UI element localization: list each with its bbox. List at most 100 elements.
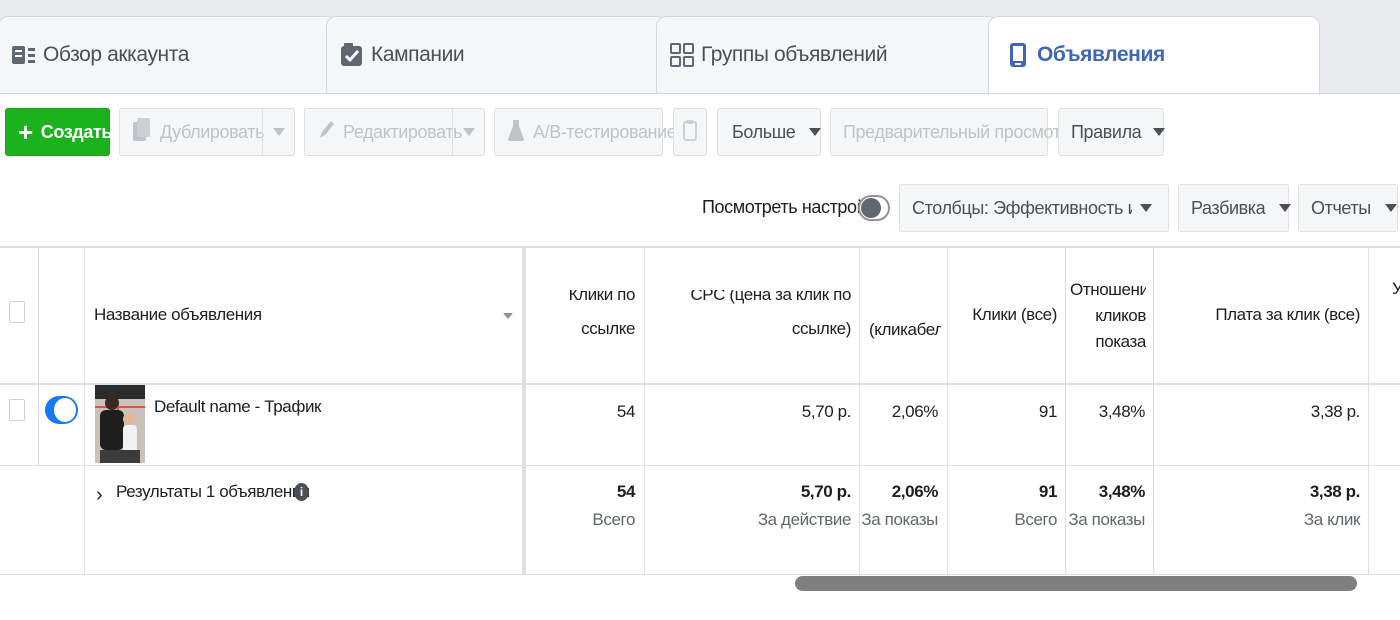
edit-dropdown[interactable] — [452, 109, 484, 155]
edit-button[interactable]: Редактировать — [304, 108, 485, 156]
ad-status-toggle[interactable] — [45, 396, 78, 424]
toggle-knob — [861, 198, 881, 218]
cell-clicks-all: 91 — [1038, 402, 1058, 421]
clipboard-button[interactable] — [673, 108, 707, 156]
total-ctr: 2,06% — [891, 482, 939, 501]
chevron-down-icon — [1279, 204, 1292, 212]
edit-button-label: Редактировать — [343, 121, 463, 142]
tab-campaigns[interactable]: Кампании — [326, 16, 668, 94]
breakdown-dropdown[interactable]: Разбивка — [1178, 184, 1292, 232]
cell-cpc: 5,70 р. — [801, 402, 852, 421]
more-button-label: Больше — [732, 121, 796, 142]
col-divider — [644, 248, 645, 575]
total-ratio: 3,48% — [1098, 482, 1146, 501]
reports-dropdown[interactable]: Отчеты — [1298, 184, 1398, 232]
header-ratio-line3: показа — [1095, 332, 1146, 351]
duplicate-button-label: Дублировать — [160, 121, 265, 142]
ab-test-button-label: A/B-тестирование — [533, 121, 677, 142]
total-ratio-sub: За показы — [1068, 510, 1145, 529]
breakdown-dropdown-label: Разбивка — [1191, 197, 1266, 218]
sort-caret-icon[interactable] — [503, 313, 513, 319]
total-clicks-all: 91 — [1038, 482, 1058, 501]
header-cost-per-click-all[interactable]: Плата за клик (все) — [1170, 302, 1360, 328]
campaign-check-icon — [339, 42, 365, 68]
chevron-right-icon[interactable]: › — [96, 484, 103, 507]
row-divider — [0, 465, 1400, 466]
total-cpc: 5,70 р. — [800, 482, 852, 501]
tab-campaigns-label: Кампании — [371, 43, 465, 66]
cell-ratio: 3,48% — [1098, 402, 1146, 421]
select-all-checkbox[interactable] — [9, 301, 25, 323]
tab-ad-sets-label: Группы объявлений — [701, 43, 888, 66]
total-ctr-sub: За показы — [861, 510, 938, 529]
header-cpc-line1: CPC (цена за клик по — [690, 290, 851, 304]
header-ctr[interactable]: (кликабел — [869, 317, 941, 343]
row-checkbox[interactable] — [9, 399, 25, 421]
plus-icon: + — [18, 117, 33, 147]
header-next-column[interactable]: У — [1392, 276, 1400, 302]
col-divider — [84, 248, 85, 575]
total-cpc-sub: За действие — [757, 510, 852, 529]
tab-ads[interactable]: Объявления — [988, 16, 1320, 95]
preview-button[interactable]: Предварительный просмотр — [830, 108, 1071, 156]
ad-thumbnail[interactable] — [95, 385, 145, 463]
cell-link-clicks: 54 — [616, 402, 636, 421]
account-overview-icon — [11, 42, 37, 68]
col-divider — [1153, 248, 1154, 575]
tab-account-overview-label: Обзор аккаунта — [43, 43, 190, 66]
rules-button-label: Правила — [1071, 121, 1142, 142]
header-link-clicks-line2: ссылке — [581, 319, 635, 338]
ab-test-button[interactable]: A/B-тестирование — [494, 108, 677, 156]
table-top-border — [0, 246, 1400, 248]
create-button[interactable]: + Создать — [5, 108, 113, 156]
total-link-clicks: 54 — [616, 482, 636, 501]
view-settings-toggle[interactable] — [858, 195, 890, 221]
tab-account-overview[interactable]: Обзор аккаунта — [0, 16, 338, 94]
info-icon[interactable]: i — [294, 483, 309, 501]
header-ratio-line1: Отношени — [1070, 280, 1146, 299]
create-button-label: Создать — [40, 121, 113, 142]
cell-ctr: 2,06% — [891, 402, 939, 421]
header-link-clicks[interactable]: Клики по — [546, 290, 635, 316]
clipboard-icon — [682, 118, 698, 147]
duplicate-button[interactable]: Дублировать — [119, 108, 295, 156]
header-link-clicks-line1: Клики по — [568, 290, 635, 304]
columns-dropdown-label: Столбцы: Эффективность и клик — [912, 197, 1132, 218]
totals-label: Результаты 1 объявления — [116, 482, 310, 501]
chevron-down-icon — [272, 128, 285, 136]
tab-ads-label: Объявления — [1037, 43, 1165, 66]
view-settings-label: Посмотреть настройки — [702, 197, 884, 217]
header-bottom-border — [0, 383, 1400, 385]
ads-phone-icon — [1005, 42, 1031, 68]
duplicate-icon — [132, 117, 152, 148]
total-link-clicks-sub: Всего — [592, 510, 635, 529]
total-cost-per-click-all: 3,38 р. — [1309, 482, 1361, 501]
tab-bar-divider — [0, 93, 1400, 94]
ad-sets-grid-icon — [669, 42, 695, 68]
pencil-icon — [317, 119, 335, 146]
flask-icon — [507, 118, 525, 147]
header-ratio-line2: кликов — [1095, 306, 1146, 325]
ad-name[interactable]: Default name - Трафик — [154, 397, 321, 417]
reports-dropdown-label: Отчеты — [1311, 197, 1371, 218]
columns-dropdown[interactable]: Столбцы: Эффективность и клик — [899, 184, 1169, 232]
total-clicks-all-sub: Всего — [1014, 510, 1057, 529]
chevron-down-icon — [462, 128, 475, 136]
table-bottom-border — [0, 574, 1400, 575]
cell-cost-per-click-all: 3,38 р. — [1310, 402, 1361, 421]
col-divider — [38, 248, 39, 465]
horizontal-scrollbar[interactable] — [795, 576, 1357, 591]
toggle-knob — [54, 398, 76, 422]
header-ad-name[interactable]: Название объявления — [94, 302, 262, 328]
col-divider — [947, 248, 948, 575]
more-button[interactable]: Больше — [717, 108, 822, 156]
rules-button[interactable]: Правила — [1058, 108, 1166, 156]
tab-ad-sets[interactable]: Группы объявлений — [656, 16, 998, 94]
frozen-col-divider — [522, 248, 526, 575]
total-cost-per-click-all-sub: За клик — [1303, 510, 1361, 529]
duplicate-dropdown[interactable] — [262, 109, 294, 155]
chevron-down-icon — [1153, 128, 1166, 136]
header-cpc[interactable]: CPC (цена за клик по — [660, 290, 851, 316]
header-ratio[interactable]: Отношени кликов показа — [1070, 277, 1146, 355]
header-clicks-all[interactable]: Клики (все) — [955, 302, 1057, 328]
